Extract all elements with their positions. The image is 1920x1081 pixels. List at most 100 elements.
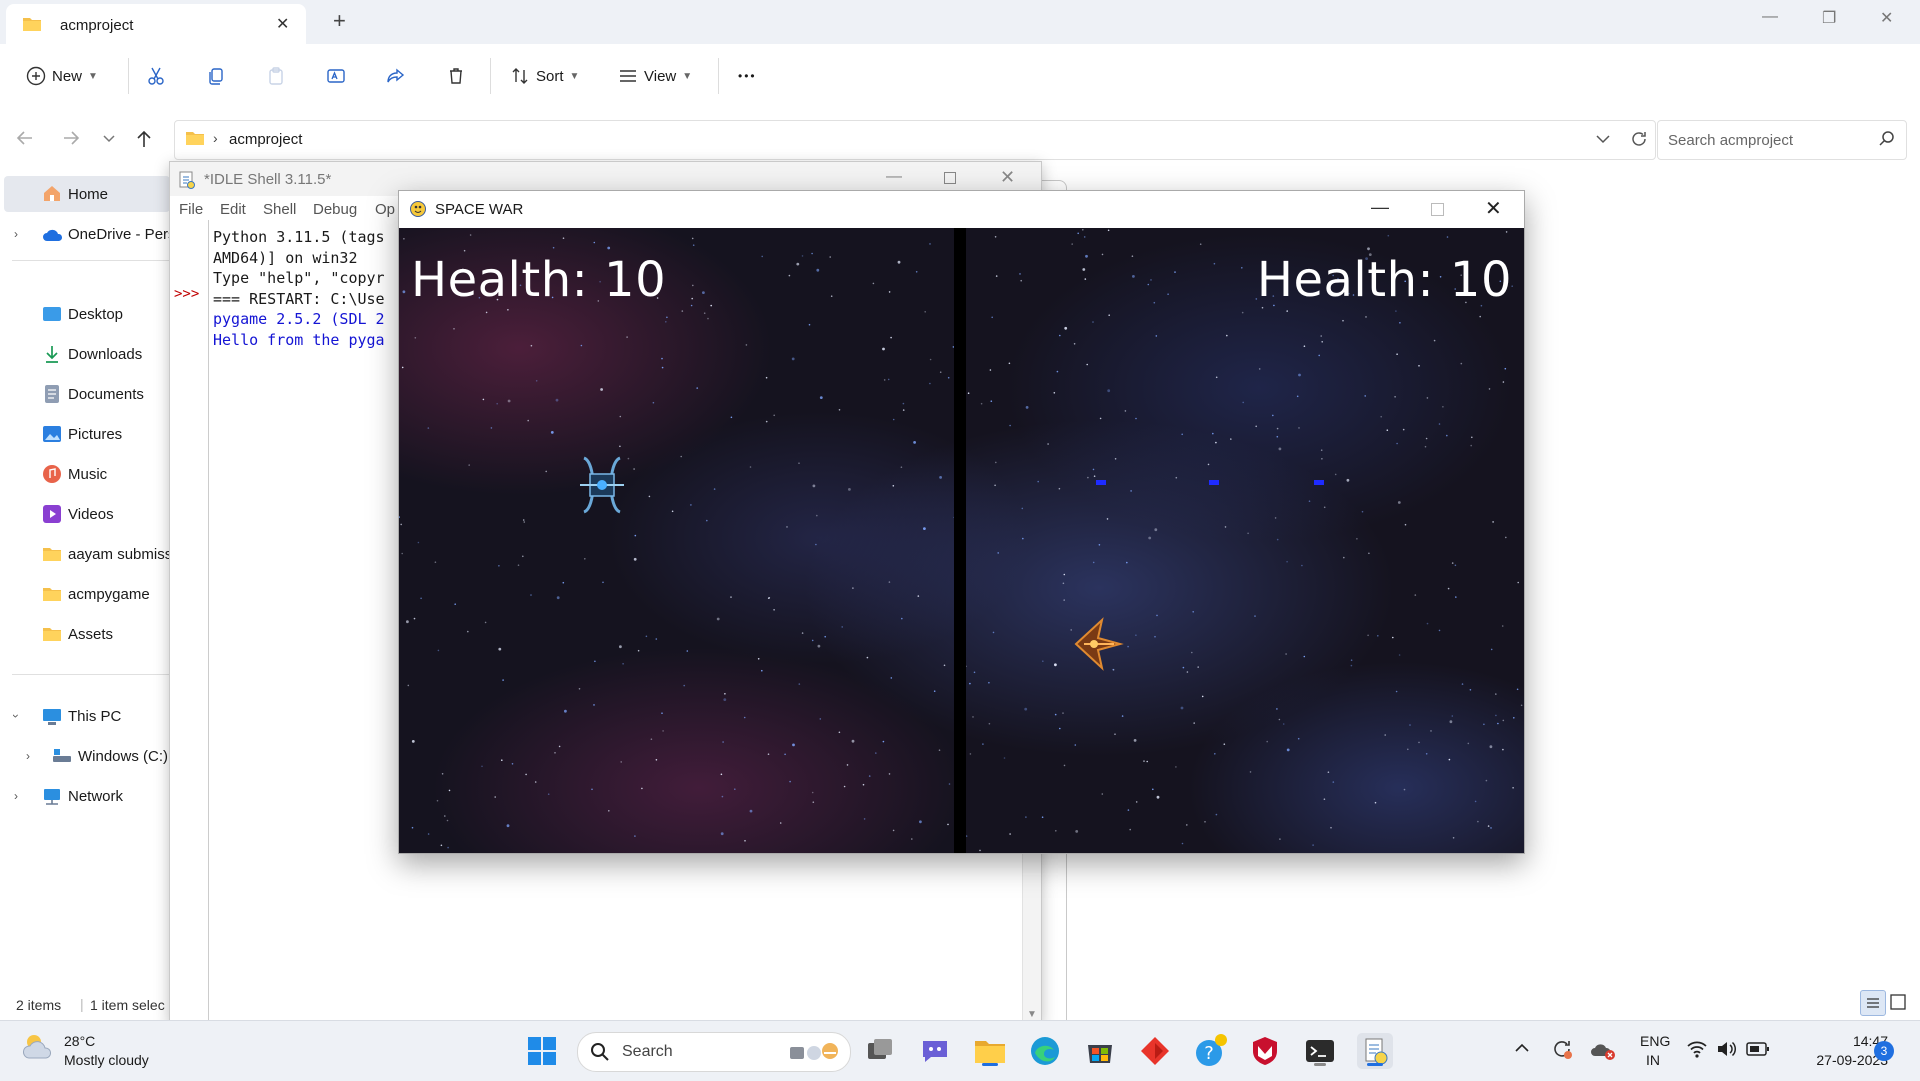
star <box>817 644 821 648</box>
star <box>1398 654 1401 656</box>
forward-arrow-icon[interactable] <box>62 130 80 146</box>
expand-chevron-icon[interactable]: › <box>14 789 18 803</box>
cut-button[interactable] <box>146 64 172 88</box>
language-indicator[interactable]: ENG <box>1640 1033 1670 1049</box>
tab-acmproject[interactable]: acmproject ✕ <box>6 4 306 44</box>
game-close-button[interactable]: ✕ <box>1485 196 1502 221</box>
mcafee-button[interactable] <box>1247 1033 1283 1069</box>
back-arrow-icon[interactable] <box>16 130 34 146</box>
up-arrow-icon[interactable] <box>136 130 152 148</box>
notification-badge[interactable]: 3 <box>1874 1041 1894 1061</box>
scroll-down-arrow-icon[interactable]: ▼ <box>1027 1009 1037 1020</box>
star <box>681 310 684 312</box>
sidebar-item-this-pc[interactable]: › This PC <box>0 698 170 734</box>
new-button[interactable]: New ▼ <box>26 64 98 88</box>
sidebar-item-desktop[interactable]: Desktop <box>0 296 170 332</box>
game-canvas[interactable]: Health: 10 Health: 10 <box>399 228 1524 853</box>
search-input[interactable] <box>1666 129 1870 151</box>
search-icon[interactable] <box>1878 130 1896 148</box>
address-dropdown-icon[interactable] <box>1595 129 1611 149</box>
file-explorer-button[interactable] <box>972 1033 1008 1069</box>
sidebar-item-documents[interactable]: Documents <box>0 376 170 412</box>
idle-maximize-button[interactable] <box>944 172 956 184</box>
wifi-icon[interactable] <box>1686 1039 1708 1059</box>
star <box>696 387 698 389</box>
sidebar-item-network[interactable]: › Network <box>0 778 170 814</box>
expand-chevron-icon[interactable]: › <box>14 227 18 241</box>
volume-icon[interactable] <box>1716 1039 1738 1059</box>
star <box>552 246 555 249</box>
close-tab-icon[interactable]: ✕ <box>276 14 289 34</box>
recent-chevron-icon[interactable] <box>102 134 116 144</box>
running-indicator <box>982 1063 998 1066</box>
breadcrumb-acmproject[interactable]: acmproject <box>229 131 302 148</box>
breadcrumb-chevron-icon[interactable]: › <box>213 130 218 146</box>
sidebar-item-windows-c[interactable]: › Windows (C:) <box>0 738 170 774</box>
teams-chat-button[interactable] <box>917 1033 953 1069</box>
region-indicator[interactable]: IN <box>1646 1052 1660 1068</box>
tiles-view-icon[interactable] <box>1890 994 1906 1010</box>
menu-file[interactable]: File <box>179 201 203 218</box>
space-war-window[interactable]: SPACE WAR — ✕ Health: 10 Health: 10 <box>398 190 1525 854</box>
menu-edit[interactable]: Edit <box>220 201 246 218</box>
sort-button[interactable]: Sort ▼ <box>510 64 579 88</box>
details-view-icon[interactable] <box>1860 990 1886 1016</box>
task-view-button[interactable] <box>862 1033 898 1069</box>
shell-output[interactable]: Python 3.11.5 (tags AMD64)] on win32 Type … <box>213 227 385 350</box>
star <box>468 464 470 466</box>
sidebar-item-assets[interactable]: Assets <box>0 616 170 652</box>
weather-temperature[interactable]: 28°C <box>64 1033 95 1049</box>
sidebar-item-onedrive[interactable]: › OneDrive - Pers <box>0 216 170 252</box>
cloud-error-icon[interactable] <box>1590 1039 1616 1061</box>
copy-button[interactable] <box>206 64 232 88</box>
taskbar-search-box[interactable]: Search <box>577 1032 851 1072</box>
sidebar-item-aayam-submissions[interactable]: aayam submiss <box>0 536 170 572</box>
idle-minimize-button[interactable]: — <box>886 168 902 186</box>
view-button[interactable]: View ▼ <box>618 64 692 88</box>
menu-debug[interactable]: Debug <box>313 201 357 218</box>
sidebar-item-home[interactable]: Home <box>4 176 170 212</box>
show-hidden-icons-chevron-icon[interactable] <box>1514 1041 1530 1055</box>
star <box>1425 753 1428 755</box>
get-help-button[interactable]: ? <box>1192 1033 1228 1069</box>
idle-close-button[interactable]: ✕ <box>1000 167 1015 188</box>
weather-description[interactable]: Mostly cloudy <box>64 1052 149 1068</box>
game-maximize-button[interactable] <box>1431 203 1444 216</box>
sidebar-item-acmpygame[interactable]: acmpygame <box>0 576 170 612</box>
app-launcher-button[interactable] <box>1137 1033 1173 1069</box>
sync-icon[interactable] <box>1550 1037 1574 1061</box>
sidebar-item-videos[interactable]: Videos <box>0 496 170 532</box>
game-minimize-button[interactable]: — <box>1371 197 1389 218</box>
folder-icon <box>42 626 62 642</box>
rename-button[interactable] <box>326 64 352 88</box>
microsoft-store-button[interactable] <box>1082 1033 1118 1069</box>
more-options-button[interactable]: ••• <box>738 64 757 88</box>
close-window-button[interactable]: ✕ <box>1880 8 1893 28</box>
minimize-button[interactable]: — <box>1762 8 1778 26</box>
sidebar-item-music[interactable]: Music <box>0 456 170 492</box>
restore-button[interactable]: ❐ <box>1822 8 1836 28</box>
star <box>447 846 449 849</box>
search-box[interactable] <box>1657 120 1907 160</box>
sidebar-item-downloads[interactable]: Downloads <box>0 336 170 372</box>
terminal-button[interactable] <box>1302 1033 1338 1069</box>
delete-button[interactable] <box>446 64 472 88</box>
battery-icon[interactable] <box>1746 1041 1770 1057</box>
weather-cloud-icon[interactable] <box>20 1031 56 1061</box>
edge-button[interactable] <box>1027 1033 1063 1069</box>
clock-date[interactable]: 27-09-2023 <box>1788 1052 1888 1068</box>
start-button[interactable] <box>524 1033 560 1069</box>
expand-chevron-icon[interactable]: › <box>26 749 30 763</box>
star <box>1041 816 1044 818</box>
python-idle-button[interactable] <box>1357 1033 1393 1069</box>
menu-options[interactable]: Op <box>375 201 395 218</box>
share-button[interactable] <box>386 64 412 88</box>
menu-shell[interactable]: Shell <box>263 201 296 218</box>
game-title-bar[interactable]: SPACE WAR — ✕ <box>399 191 1524 228</box>
address-bar[interactable]: › acmproject <box>174 120 1656 160</box>
collapse-chevron-icon[interactable]: › <box>9 714 23 718</box>
sidebar-item-pictures[interactable]: Pictures <box>0 416 170 452</box>
new-tab-button[interactable]: + <box>333 8 346 34</box>
refresh-icon[interactable] <box>1629 129 1649 149</box>
paste-button[interactable] <box>266 64 292 88</box>
